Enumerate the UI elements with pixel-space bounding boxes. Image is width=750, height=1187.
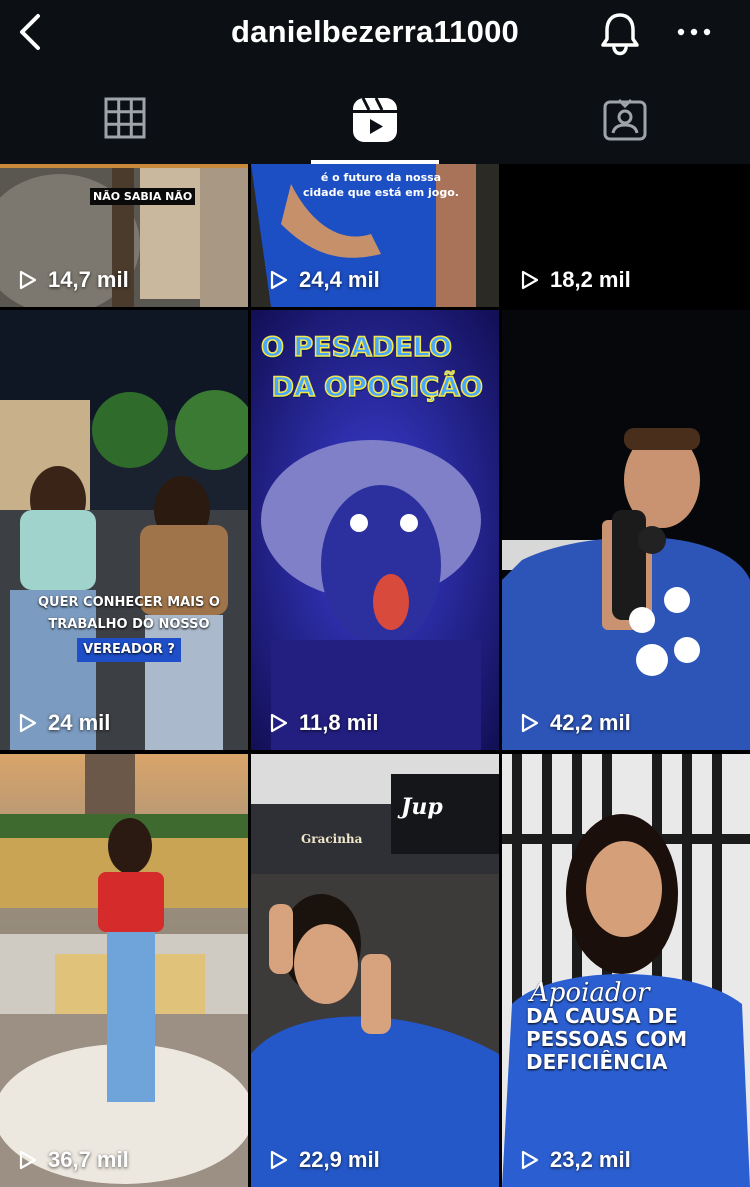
play-outline-icon: [521, 1150, 539, 1170]
reel-tile[interactable]: 36,7 mil: [0, 754, 248, 1187]
play-outline-icon: [270, 1150, 288, 1170]
reel-overlay-text: NÃO SABIA NÃO: [90, 188, 196, 205]
view-count-label: 24 mil: [48, 710, 111, 735]
view-count-label: 24,4 mil: [299, 267, 380, 292]
play-outline-icon: [19, 713, 37, 733]
play-outline-icon: [19, 270, 37, 290]
reels-icon: [353, 97, 397, 142]
play-outline-icon: [270, 270, 288, 290]
overlay-line: QUER CONHECER MAIS O: [38, 595, 220, 610]
view-count-label: 42,2 mil: [550, 710, 631, 735]
overlay-line: DEFICIÊNCIA: [526, 1050, 668, 1074]
view-count-label: 18,2 mil: [550, 267, 631, 292]
reel-thumbnail-image: [0, 754, 248, 1187]
notifications-button[interactable]: [598, 10, 642, 56]
overlay-line: Apoiador: [530, 978, 650, 1008]
reel-view-count: 14,7 mil: [18, 267, 129, 293]
play-outline-icon: [270, 713, 288, 733]
reel-tile[interactable]: Jup Gracinha 22,9 mil: [251, 754, 499, 1187]
more-options-button[interactable]: [676, 22, 712, 42]
reel-overlay-text: é o futuro da nossa cidade que está em j…: [303, 171, 459, 199]
reel-overlay-text: Apoiador DA CAUSA DE PESSOAS COM DEFICIÊ…: [526, 978, 688, 1074]
reel-view-count: 36,7 mil: [18, 1147, 129, 1173]
reel-thumbnail-image: [502, 754, 750, 1187]
view-count-label: 22,9 mil: [299, 1147, 380, 1172]
reel-tile[interactable]: NÃO SABIA NÃO 14,7 mil: [0, 164, 248, 307]
reel-view-count: 22,9 mil: [269, 1147, 380, 1173]
overlay-line: DA CAUSA DE: [526, 1004, 678, 1028]
overlay-line: O PESADELO: [260, 331, 452, 364]
reel-overlay-text: QUER CONHECER MAIS O TRABALHO DO NOSSO V…: [38, 592, 220, 662]
reel-view-count: 11,8 mil: [269, 710, 379, 736]
store-sign-text: Jup: [401, 794, 443, 820]
reel-view-count: 23,2 mil: [520, 1147, 631, 1173]
reel-overlay-text: O PESADELO DA OPOSIÇÃO: [259, 328, 491, 408]
top-bar: danielbezerra11000: [0, 0, 750, 75]
reel-tile[interactable]: 18,2 mil: [502, 164, 750, 307]
reel-tile[interactable]: 42,2 mil: [502, 310, 750, 750]
reel-tile[interactable]: O PESADELO DA OPOSIÇÃO 11,8 mil: [251, 310, 499, 750]
bell-icon: [601, 13, 639, 56]
reels-grid: NÃO SABIA NÃO 14,7 mil é o futuro da nos…: [0, 164, 750, 1187]
reel-thumbnail-image: [251, 754, 499, 1187]
view-count-label: 36,7 mil: [48, 1147, 129, 1172]
overlay-line: TRABALHO DO NOSSO: [48, 617, 210, 632]
view-count-label: 11,8 mil: [299, 710, 379, 735]
tab-reels[interactable]: [250, 75, 500, 164]
reel-view-count: 24,4 mil: [269, 267, 380, 293]
play-outline-icon: [521, 713, 539, 733]
profile-tabs: [0, 75, 750, 164]
grid-icon: [104, 97, 146, 139]
overlay-line: VEREADOR ?: [77, 638, 181, 662]
reel-tile[interactable]: Apoiador DA CAUSA DE PESSOAS COM DEFICIÊ…: [502, 754, 750, 1187]
reel-view-count: 18,2 mil: [520, 267, 631, 293]
reel-tile[interactable]: QUER CONHECER MAIS O TRABALHO DO NOSSO V…: [0, 310, 248, 750]
play-outline-icon: [19, 1150, 37, 1170]
reel-thumbnail-image: [0, 310, 248, 750]
play-outline-icon: [521, 270, 539, 290]
reel-view-count: 24 mil: [18, 710, 110, 736]
overlay-line: DA OPOSIÇÃO: [271, 371, 484, 404]
more-horizontal-icon: [677, 28, 711, 36]
tab-grid[interactable]: [0, 75, 250, 164]
view-count-label: 23,2 mil: [550, 1147, 631, 1172]
reel-tile[interactable]: é o futuro da nossa cidade que está em j…: [251, 164, 499, 307]
store-sign-text: Gracinha: [301, 832, 363, 846]
reel-view-count: 42,2 mil: [520, 710, 631, 736]
tab-tagged[interactable]: [500, 75, 750, 164]
overlay-line: PESSOAS COM: [526, 1027, 688, 1051]
tagged-person-icon: [603, 98, 647, 141]
view-count-label: 14,7 mil: [48, 267, 129, 292]
reel-thumbnail-image: [502, 310, 750, 750]
